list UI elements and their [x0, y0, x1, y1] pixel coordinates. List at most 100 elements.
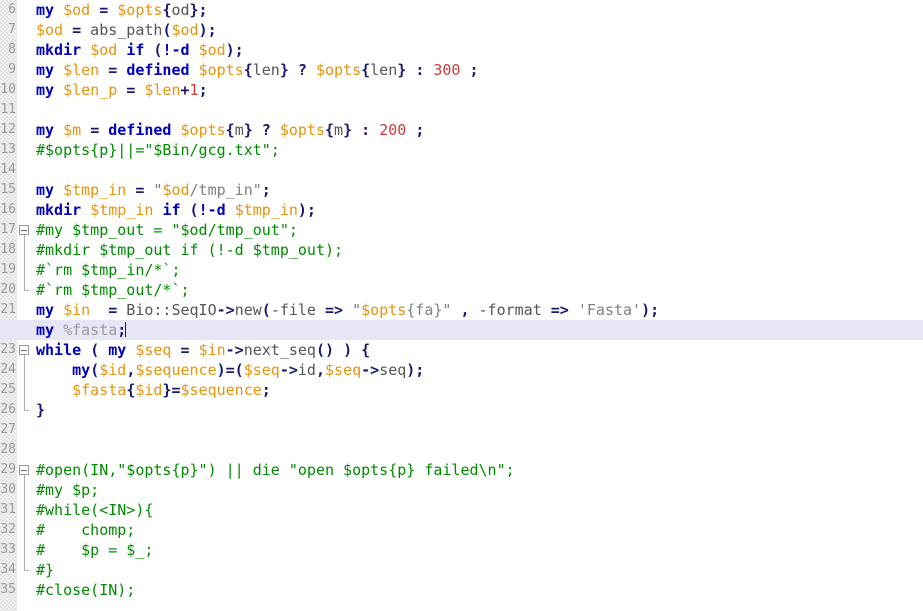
fold-empty-cell [17, 580, 32, 600]
fold-end-icon [23, 560, 29, 571]
fold-connector [17, 500, 32, 520]
fold-collapse-icon[interactable] [17, 460, 32, 480]
code-line[interactable]: #my $p; [32, 480, 923, 500]
code-line[interactable]: #while(<IN>){ [32, 500, 923, 520]
code-token-op: { [361, 341, 371, 359]
code-line[interactable] [32, 160, 923, 180]
fold-minus-box-icon[interactable] [19, 345, 29, 355]
code-token-op: => [550, 301, 569, 319]
fold-end-icon [23, 400, 29, 411]
code-token-op: ? [261, 121, 271, 139]
fold-empty-cell [17, 100, 32, 120]
fold-empty-cell [17, 420, 32, 440]
line-number: 13 [0, 142, 16, 157]
code-token-var: $len [63, 61, 100, 79]
code-token-var: $opts [315, 61, 362, 79]
code-token-kw: my [36, 301, 55, 319]
fold-margin[interactable] [17, 0, 32, 611]
code-token-pln: -file [270, 301, 325, 319]
code-token-pln [54, 1, 63, 19]
code-line[interactable]: $od = abs_path($od); [32, 20, 923, 40]
code-line[interactable]: mkdir $od if (!-d $od); [32, 40, 923, 60]
code-token-kw: defined [108, 121, 172, 139]
code-line[interactable]: my $od = $opts{od}; [32, 0, 923, 20]
code-line[interactable]: # $p = $_; [32, 540, 923, 560]
code-token-op: = [126, 81, 136, 99]
code-line[interactable]: my($id,$sequence)=($seq->id,$seq->seq); [32, 360, 923, 380]
code-line[interactable] [32, 440, 923, 460]
code-line[interactable]: #$opts{p}||="$Bin/gcg.txt"; [32, 140, 923, 160]
code-line[interactable]: # chomp; [32, 520, 923, 540]
code-editor[interactable]: 6789101112131415161718192021222324252627… [0, 0, 923, 611]
fold-collapse-icon[interactable] [17, 340, 32, 360]
code-line[interactable]: #close(IN); [32, 580, 923, 600]
code-token-pln [190, 61, 199, 79]
code-token-var: $opts [198, 61, 244, 79]
code-token-pln [54, 61, 63, 79]
code-token-op: { [126, 381, 136, 399]
line-number: 15 [0, 182, 16, 197]
code-line[interactable]: #`rm $tmp_out/*`; [32, 280, 923, 300]
code-token-pln [117, 81, 126, 99]
code-line[interactable]: while ( my $seq = $in->next_seq() ) { [32, 340, 923, 360]
code-token-var: $opts [279, 121, 325, 139]
code-token-op: ( [90, 341, 100, 359]
code-token-var: $tmp_in [90, 201, 154, 219]
code-token-var: $sequence [135, 361, 217, 379]
code-token-op: { [225, 121, 235, 139]
fold-empty-cell [17, 80, 32, 100]
code-token-cmt: #`rm $tmp_in/*`; [36, 261, 181, 279]
code-token-pln [171, 341, 180, 359]
code-line[interactable]: #my $tmp_out = "$od/tmp_out"; [32, 220, 923, 240]
code-token-pln [108, 1, 117, 19]
code-token-var: $in [63, 301, 91, 319]
line-number: 27 [0, 422, 16, 437]
code-line[interactable]: mkdir $tmp_in if (!-d $tmp_in); [32, 200, 923, 220]
line-number: 19 [0, 262, 16, 277]
code-token-pln [190, 41, 199, 59]
code-token-op: ( [90, 361, 100, 379]
code-line[interactable]: #mkdir $tmp_out if (!-d $tmp_out); [32, 240, 923, 260]
code-token-pln: m [334, 121, 344, 139]
fold-connector-line [23, 380, 25, 400]
code-token-op: }= [162, 381, 181, 399]
fold-connector [17, 540, 32, 560]
code-line[interactable]: my $m = defined $opts{m} ? $opts{m} : 20… [32, 120, 923, 140]
code-token-pln: Bio::SeqIO [117, 301, 217, 319]
code-token-var: $seq [243, 361, 280, 379]
code-line[interactable]: #} [32, 560, 923, 580]
fold-empty-cell [17, 180, 32, 200]
code-line[interactable] [32, 100, 923, 120]
code-token-cmt: #`rm $tmp_out/*`; [36, 281, 190, 299]
code-line-current[interactable]: my %fasta; [0, 320, 923, 340]
code-text-area[interactable]: my $od = $opts{od}; $od = abs_path($od); m… [0, 0, 923, 611]
code-token-op: } [397, 61, 407, 79]
code-token-var: $opts [361, 301, 407, 319]
code-line[interactable]: my $in = Bio::SeqIO->new(-file => "$opts… [32, 300, 923, 320]
code-token-op: }; [189, 1, 208, 19]
code-line[interactable]: #`rm $tmp_in/*`; [32, 260, 923, 280]
fold-minus-box-icon[interactable] [19, 465, 29, 475]
code-token-var: $opts [117, 1, 163, 19]
code-token-pln [190, 341, 199, 359]
code-line[interactable]: #open(IN,"$opts{p}") || die "open $opts{… [32, 460, 923, 480]
code-token-pln [90, 301, 108, 319]
line-number: 25 [0, 382, 16, 397]
code-line[interactable]: my $tmp_in = "$od/tmp_in"; [32, 180, 923, 200]
fold-collapse-icon[interactable] [17, 220, 32, 240]
code-line[interactable]: my $len = defined $opts{len} ? $opts{len… [32, 60, 923, 80]
fold-connector-line [23, 360, 25, 380]
fold-minus-box-icon[interactable] [19, 225, 29, 235]
fold-connector-line [23, 500, 25, 520]
code-token-kw: if [126, 41, 145, 59]
code-token-str: /tmp_in" [189, 181, 262, 199]
fold-connector-line [23, 240, 25, 260]
code-line[interactable]: my $len_p = $len+1; [32, 80, 923, 100]
code-line[interactable]: $fasta{$id}=$sequence; [32, 380, 923, 400]
code-token-pln [99, 61, 108, 79]
code-token-kw: mkdir [36, 41, 82, 59]
code-line[interactable] [32, 420, 923, 440]
code-line[interactable]: } [32, 400, 923, 420]
code-token-kw: my [108, 341, 127, 359]
fold-connector-line [23, 520, 25, 540]
